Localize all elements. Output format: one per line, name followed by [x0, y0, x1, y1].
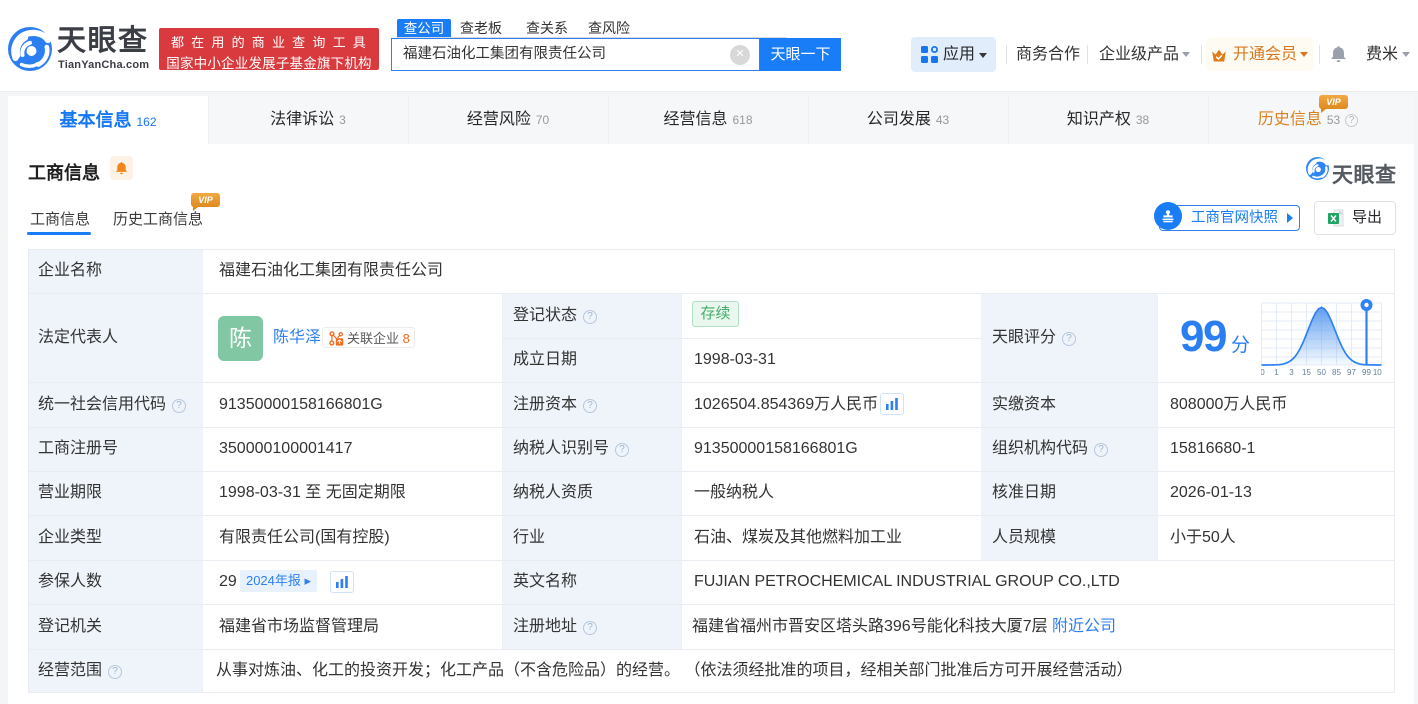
- svg-text:100: 100: [1373, 368, 1382, 377]
- svg-text:99: 99: [1362, 368, 1371, 377]
- svg-text:97: 97: [1347, 368, 1356, 377]
- svg-text:0: 0: [1261, 368, 1265, 377]
- svg-text:50: 50: [1317, 368, 1326, 377]
- svg-text:15: 15: [1302, 368, 1311, 377]
- svg-text:85: 85: [1332, 368, 1341, 377]
- svg-text:1: 1: [1274, 368, 1279, 377]
- svg-text:3: 3: [1289, 368, 1294, 377]
